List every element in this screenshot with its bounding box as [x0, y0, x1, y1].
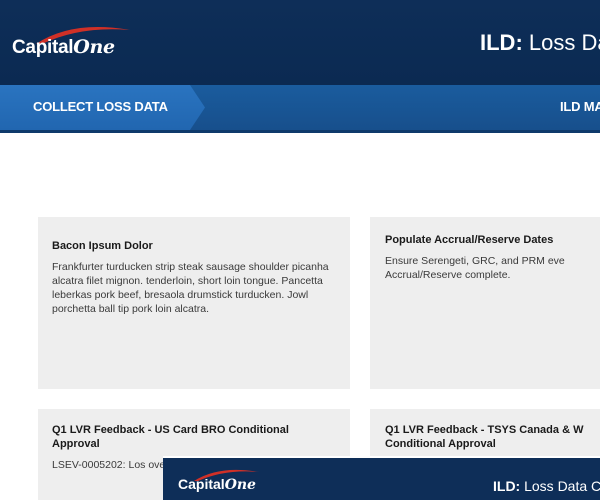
nav-tab-ild-ma-label[interactable]: ILD MA	[560, 99, 600, 114]
card-bacon-ipsum[interactable]: Bacon Ipsum Dolor Frankfurter turducken …	[38, 217, 350, 389]
page-title: ILD: Loss Da	[480, 30, 600, 56]
card-body: Ensure Serengeti, GRC, and PRM eve Accru…	[385, 255, 565, 281]
card-title: Bacon Ipsum Dolor	[52, 240, 153, 252]
logo-wordmark: CapitalOne	[12, 36, 115, 59]
overlay-logo[interactable]: CapitalOne	[178, 476, 256, 493]
overlay-title-prefix: ILD:	[493, 478, 521, 494]
card-title: Q1 LVR Feedback - TSYS Canada & W Condit…	[385, 424, 584, 450]
overlay-title-rest: Loss Data C	[520, 478, 600, 494]
overlay-logo-word-2: One	[224, 477, 256, 493]
logo-word-2: One	[73, 36, 115, 58]
app-header: CapitalOne ILD: Loss Da	[0, 0, 600, 85]
page-title-prefix: ILD:	[480, 30, 523, 55]
page-title-rest: Loss Da	[528, 30, 600, 55]
overlay-title: ILD: Loss Data C	[493, 478, 600, 494]
card-title: Q1 LVR Feedback - US Card BRO Conditiona…	[52, 424, 289, 450]
card-populate-accrual[interactable]: Populate Accrual/Reserve Dates Ensure Se…	[370, 217, 600, 389]
card-body: Frankfurter turducken strip steak sausag…	[52, 261, 329, 315]
main-nav: COLLECT LOSS DATA ILD MA	[0, 85, 600, 133]
capital-one-logo[interactable]: CapitalOne	[12, 24, 142, 64]
overlay-logo-word-1: Capital	[178, 476, 225, 492]
main-content: Bacon Ipsum Dolor Frankfurter turducken …	[0, 133, 600, 500]
nav-tab-collect-loss-data-label[interactable]: COLLECT LOSS DATA	[33, 99, 168, 114]
overlay-window-header: CapitalOne ILD: Loss Data C	[163, 456, 600, 500]
logo-word-1: Capital	[12, 37, 74, 58]
card-title: Populate Accrual/Reserve Dates	[385, 234, 554, 246]
